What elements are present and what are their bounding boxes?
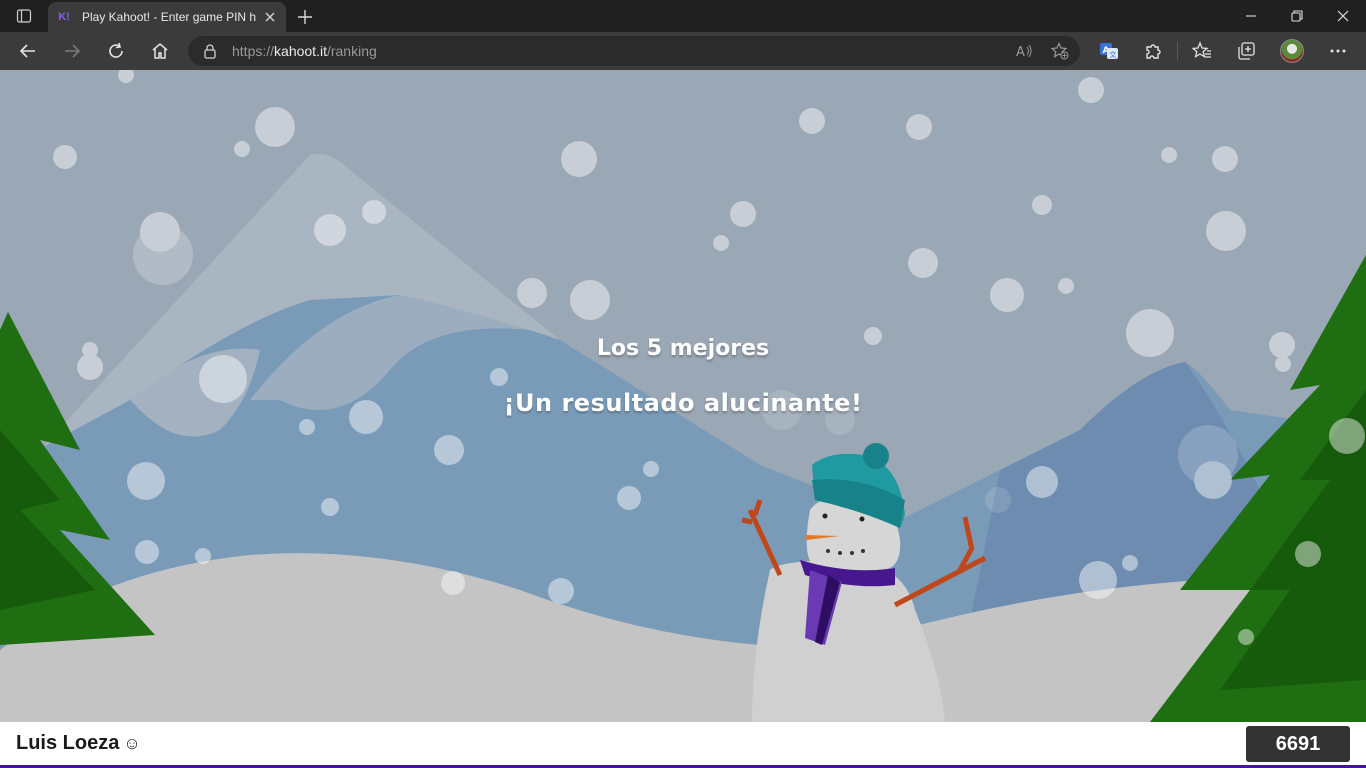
- ranking-subtitle: Los 5 mejores: [596, 336, 770, 361]
- more-dots-icon[interactable]: [1326, 39, 1350, 63]
- favorites-icon[interactable]: [1190, 39, 1214, 63]
- tab-actions-icon[interactable]: [10, 6, 38, 26]
- close-tab-icon[interactable]: [262, 9, 278, 25]
- smile-icon: ☺: [123, 733, 141, 753]
- address-bar[interactable]: https://kahoot.it/ranking A: [188, 36, 1080, 66]
- player-info: Luis Loeza ☺: [16, 732, 141, 755]
- collections-icon[interactable]: [1234, 39, 1258, 63]
- star-add-icon[interactable]: [1050, 42, 1070, 60]
- minimize-icon[interactable]: [1240, 6, 1262, 26]
- restore-icon[interactable]: [1286, 6, 1308, 26]
- back-arrow-icon[interactable]: [14, 37, 42, 65]
- page-viewport: Los 5 mejores ¡Un resultado alucinante! …: [0, 70, 1366, 768]
- plus-icon[interactable]: [294, 6, 316, 28]
- kahoot-favicon-icon: K!: [58, 11, 70, 23]
- tab-title: Play Kahoot! - Enter game PIN he: [82, 10, 256, 24]
- player-footer-bar: Luis Loeza ☺ 6691: [0, 722, 1366, 768]
- svg-text:A: A: [1016, 45, 1025, 59]
- player-name: Luis Loeza: [16, 732, 120, 754]
- result-headline: ¡Un resultado alucinante!: [503, 389, 863, 417]
- forward-arrow-icon[interactable]: [58, 37, 86, 65]
- browser-tab-active[interactable]: K! Play Kahoot! - Enter game PIN he: [48, 2, 286, 32]
- home-icon[interactable]: [146, 37, 174, 65]
- puzzle-icon[interactable]: [1141, 39, 1165, 63]
- url-text[interactable]: https://kahoot.it/ranking: [232, 43, 377, 59]
- close-window-icon[interactable]: [1332, 6, 1354, 26]
- browser-toolbar: https://kahoot.it/ranking A A文: [0, 32, 1366, 70]
- translate-icon[interactable]: A文: [1097, 39, 1121, 63]
- refresh-icon[interactable]: [102, 37, 130, 65]
- read-aloud-icon[interactable]: A: [1014, 42, 1034, 60]
- player-score: 6691: [1246, 726, 1350, 762]
- svg-text:文: 文: [1110, 50, 1117, 59]
- toolbar-divider: [1177, 42, 1178, 60]
- profile-avatar[interactable]: [1280, 39, 1304, 63]
- browser-title-bar: K! Play Kahoot! - Enter game PIN he: [0, 0, 1366, 32]
- lock-icon[interactable]: [202, 43, 218, 59]
